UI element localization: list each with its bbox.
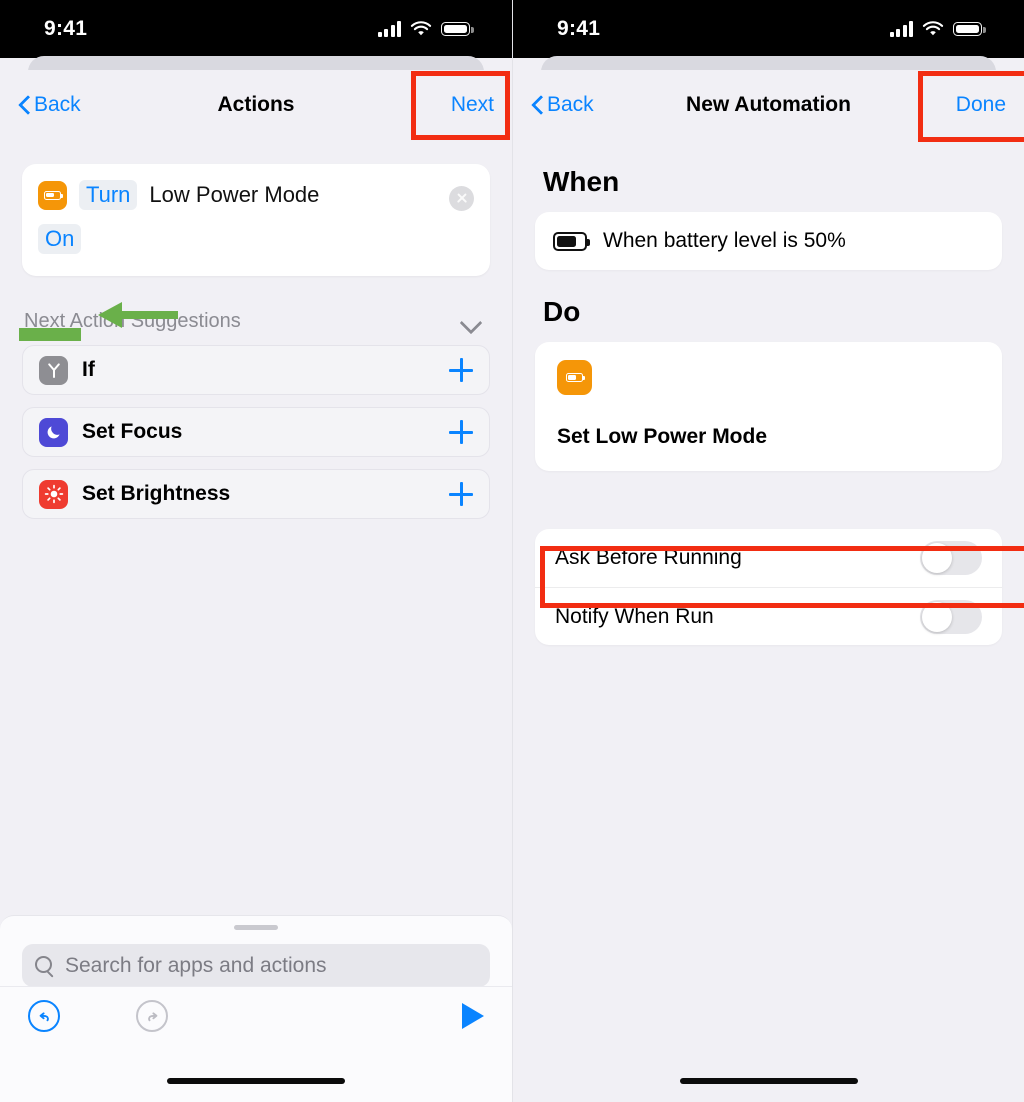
left-nav-bar: Back Actions Next [0, 70, 512, 140]
on-value-chip[interactable]: On [38, 224, 82, 254]
back-button[interactable]: Back [531, 93, 594, 117]
left-sheet: Back Actions Next Turn Low Power Mode On… [0, 70, 512, 1102]
brightness-icon [39, 479, 68, 509]
back-button-label: Back [34, 93, 81, 116]
chevron-down-icon[interactable] [460, 315, 482, 328]
search-placeholder: Search for apps and actions [65, 953, 327, 977]
option-label: Notify When Run [555, 604, 714, 628]
close-icon[interactable] [449, 186, 474, 211]
when-card: When battery level is 50% [535, 212, 1002, 270]
suggestion-label: If [82, 358, 95, 381]
chevron-left-icon [531, 94, 544, 116]
status-bar-indicators [377, 21, 481, 37]
battery-level-icon [553, 231, 590, 251]
wifi-icon [410, 21, 432, 36]
suggestion-label: Set Brightness [82, 482, 231, 505]
status-bar-time: 9:41 [557, 17, 601, 40]
search-drawer: Search for apps and actions [0, 915, 512, 1102]
action-card-value-line: On [38, 224, 474, 254]
status-bar-indicators [889, 21, 993, 37]
plus-icon[interactable] [449, 482, 473, 506]
suggestion-row-set-brightness[interactable]: Set Brightness [22, 469, 490, 519]
ask-before-running-toggle[interactable] [920, 541, 982, 575]
trigger-row-battery-level[interactable]: When battery level is 50% [535, 212, 1002, 270]
next-button[interactable]: Next [451, 93, 494, 117]
drawer-grabber[interactable] [234, 925, 278, 930]
moon-icon [39, 417, 68, 447]
back-button-label: Back [547, 93, 594, 116]
suggestion-row-set-focus[interactable]: Set Focus [22, 407, 490, 457]
suggestion-row-if[interactable]: If [22, 345, 490, 395]
option-row-ask-before-running[interactable]: Ask Before Running [535, 529, 1002, 587]
status-bar: 9:41 [0, 0, 512, 58]
right-phone-screen: 9:41 Back New Automation Done When When … [512, 0, 1024, 1102]
right-nav-bar: Back New Automation Done [513, 70, 1024, 140]
search-icon [35, 956, 54, 975]
do-section-heading: Do [543, 296, 581, 327]
option-row-notify-when-run[interactable]: Notify When Run [535, 587, 1002, 645]
right-sheet: Back New Automation Done When When batte… [513, 70, 1024, 1102]
turn-verb-chip[interactable]: Turn [79, 180, 138, 210]
undo-icon[interactable] [28, 1000, 60, 1032]
action-card-primary-line: Turn Low Power Mode [38, 180, 474, 210]
low-power-mode-icon [38, 180, 67, 210]
green-underline-annotation [19, 328, 81, 341]
action-card-title: Low Power Mode [149, 182, 320, 207]
home-indicator [167, 1078, 345, 1084]
signal-bars-icon [377, 21, 401, 37]
status-bar: 9:41 [513, 0, 1024, 58]
do-card[interactable]: Set Low Power Mode [535, 342, 1002, 471]
search-input[interactable]: Search for apps and actions [22, 944, 490, 987]
signal-bars-icon [889, 21, 913, 37]
battery-icon [441, 22, 474, 36]
chevron-left-icon [18, 94, 31, 116]
when-section-heading: When [543, 166, 620, 197]
done-button[interactable]: Done [956, 93, 1006, 117]
redo-icon[interactable] [136, 1000, 168, 1032]
do-action-label: Set Low Power Mode [557, 425, 768, 448]
plus-icon[interactable] [449, 358, 473, 382]
status-bar-time: 9:41 [44, 17, 88, 40]
left-content: Turn Low Power Mode On Next Action Sugge… [0, 164, 512, 519]
option-label: Ask Before Running [555, 546, 742, 569]
next-action-suggestions-header[interactable]: Next Action Suggestions [22, 310, 490, 333]
battery-icon [953, 22, 986, 36]
automation-options-card: Ask Before Running Notify When Run [535, 529, 1002, 645]
play-icon[interactable] [462, 1003, 484, 1029]
suggestion-label: Set Focus [82, 420, 183, 443]
notify-when-run-toggle[interactable] [920, 599, 982, 634]
left-phone-screen: 9:41 Back Actions Next Turn Low Power Mo… [0, 0, 512, 1102]
branch-icon [39, 355, 68, 385]
wifi-icon [922, 21, 944, 36]
back-button[interactable]: Back [18, 93, 81, 117]
action-card-low-power-mode[interactable]: Turn Low Power Mode On [22, 164, 490, 276]
green-arrow-annotation [98, 302, 178, 328]
low-power-mode-icon [557, 360, 592, 395]
home-indicator [679, 1078, 858, 1084]
editor-toolbar [0, 986, 512, 1045]
plus-icon[interactable] [449, 420, 473, 444]
right-content: When When battery level is 50% Do Set Lo… [513, 166, 1024, 645]
trigger-label: When battery level is 50% [603, 229, 846, 252]
dual-screenshot-container: 9:41 Back Actions Next Turn Low Power Mo… [0, 0, 1024, 1102]
